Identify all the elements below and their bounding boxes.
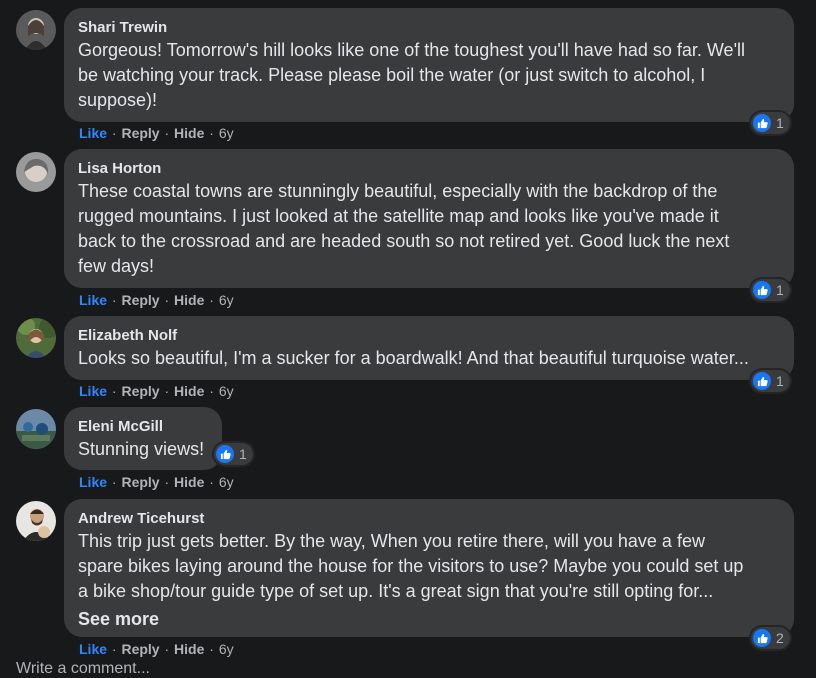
comment-line: rugged mountains. I just looked at the s… — [78, 206, 719, 226]
comment-bubble: Andrew Ticehurst This trip just gets bet… — [64, 499, 794, 637]
comment-actions: Like · Reply · Hide · 6y — [79, 640, 234, 658]
thumbs-up-icon — [753, 372, 771, 390]
avatar[interactable] — [16, 318, 56, 358]
hide-button[interactable]: Hide — [174, 125, 204, 141]
separator: · — [111, 641, 117, 657]
comment-line: Gorgeous! Tomorrow's hill looks like one… — [78, 40, 746, 60]
reaction-count-value: 1 — [239, 446, 247, 462]
separator: · — [209, 292, 214, 308]
comment-author[interactable]: Shari Trewin — [78, 18, 780, 38]
avatar[interactable] — [16, 501, 56, 541]
reaction-count[interactable]: 1 — [751, 279, 790, 301]
comment-author[interactable]: Lisa Horton — [78, 159, 780, 179]
comment-actions: Like · Reply · Hide · 6y — [79, 382, 234, 400]
separator: · — [164, 125, 170, 141]
comment-age[interactable]: 6y — [219, 125, 234, 141]
reaction-count-value: 1 — [776, 115, 784, 131]
hide-button[interactable]: Hide — [174, 383, 204, 399]
comment-actions: Like · Reply · Hide · 6y — [79, 124, 234, 142]
avatar[interactable] — [16, 10, 56, 50]
thumbs-up-icon — [753, 281, 771, 299]
reaction-count[interactable]: 1 — [214, 443, 253, 465]
separator: · — [209, 383, 214, 399]
comment-age[interactable]: 6y — [219, 641, 234, 657]
comment-text: Gorgeous! Tomorrow's hill looks like one… — [78, 38, 780, 113]
see-more-link[interactable]: See more — [78, 606, 780, 632]
avatar[interactable] — [16, 409, 56, 449]
separator: · — [209, 125, 214, 141]
comment-bubble: Eleni McGill Stunning views! — [64, 407, 222, 470]
like-button[interactable]: Like — [79, 292, 107, 308]
comment-text: This trip just gets better. By the way, … — [78, 529, 780, 604]
comment-text: Stunning views! — [78, 437, 208, 462]
separator: · — [111, 383, 117, 399]
separator: · — [111, 125, 117, 141]
reaction-count[interactable]: 1 — [751, 370, 790, 392]
comment-line: a bike shop/tour guide type of set up. I… — [78, 581, 714, 601]
separator: · — [164, 383, 170, 399]
hide-button[interactable]: Hide — [174, 474, 204, 490]
comment-text: These coastal towns are stunningly beaut… — [78, 179, 780, 279]
reaction-count-value: 1 — [776, 282, 784, 298]
comment-bubble: Lisa Horton These coastal towns are stun… — [64, 149, 794, 288]
separator: · — [209, 474, 214, 490]
write-comment-input[interactable]: Write a comment... — [16, 660, 150, 678]
comment-line: This trip just gets better. By the way, … — [78, 531, 705, 551]
separator: · — [209, 641, 214, 657]
reaction-count-value: 1 — [776, 373, 784, 389]
comment-line: These coastal towns are stunningly beaut… — [78, 181, 718, 201]
hide-button[interactable]: Hide — [174, 292, 204, 308]
comment-author[interactable]: Eleni McGill — [78, 417, 208, 437]
reply-button[interactable]: Reply — [121, 641, 159, 657]
comment-line: be watching your track. Please please bo… — [78, 65, 706, 85]
like-button[interactable]: Like — [79, 474, 107, 490]
separator: · — [164, 474, 170, 490]
hide-button[interactable]: Hide — [174, 641, 204, 657]
separator: · — [111, 292, 117, 308]
reply-button[interactable]: Reply — [121, 474, 159, 490]
comment-actions: Like · Reply · Hide · 6y — [79, 291, 234, 309]
like-button[interactable]: Like — [79, 383, 107, 399]
comment-age[interactable]: 6y — [219, 383, 234, 399]
reply-button[interactable]: Reply — [121, 292, 159, 308]
like-button[interactable]: Like — [79, 125, 107, 141]
thumbs-up-icon — [753, 114, 771, 132]
comment-line: Looks so beautiful, I'm a sucker for a b… — [78, 348, 749, 368]
comment-bubble: Elizabeth Nolf Looks so beautiful, I'm a… — [64, 316, 794, 380]
comment-author[interactable]: Andrew Ticehurst — [78, 509, 780, 529]
comment-line: few days! — [78, 256, 155, 276]
thumbs-up-icon — [216, 445, 234, 463]
comment-line: back to the crossroad and are headed sou… — [78, 231, 730, 251]
reaction-count[interactable]: 1 — [751, 112, 790, 134]
separator: · — [164, 641, 170, 657]
comment-age[interactable]: 6y — [219, 474, 234, 490]
comment-line: suppose)! — [78, 90, 158, 110]
like-button[interactable]: Like — [79, 641, 107, 657]
comment-bubble: Shari Trewin Gorgeous! Tomorrow's hill l… — [64, 8, 794, 122]
reply-button[interactable]: Reply — [121, 125, 159, 141]
comment-line: spare bikes laying around the house for … — [78, 556, 744, 576]
comment-actions: Like · Reply · Hide · 6y — [79, 473, 234, 491]
separator: · — [164, 292, 170, 308]
comment-text: Looks so beautiful, I'm a sucker for a b… — [78, 346, 780, 371]
comment-line: Stunning views! — [78, 439, 205, 459]
comment-author[interactable]: Elizabeth Nolf — [78, 326, 780, 346]
separator: · — [111, 474, 117, 490]
thumbs-up-icon — [753, 629, 771, 647]
reply-button[interactable]: Reply — [121, 383, 159, 399]
reaction-count-value: 2 — [776, 630, 784, 646]
reaction-count[interactable]: 2 — [751, 627, 790, 649]
avatar[interactable] — [16, 152, 56, 192]
comment-age[interactable]: 6y — [219, 292, 234, 308]
